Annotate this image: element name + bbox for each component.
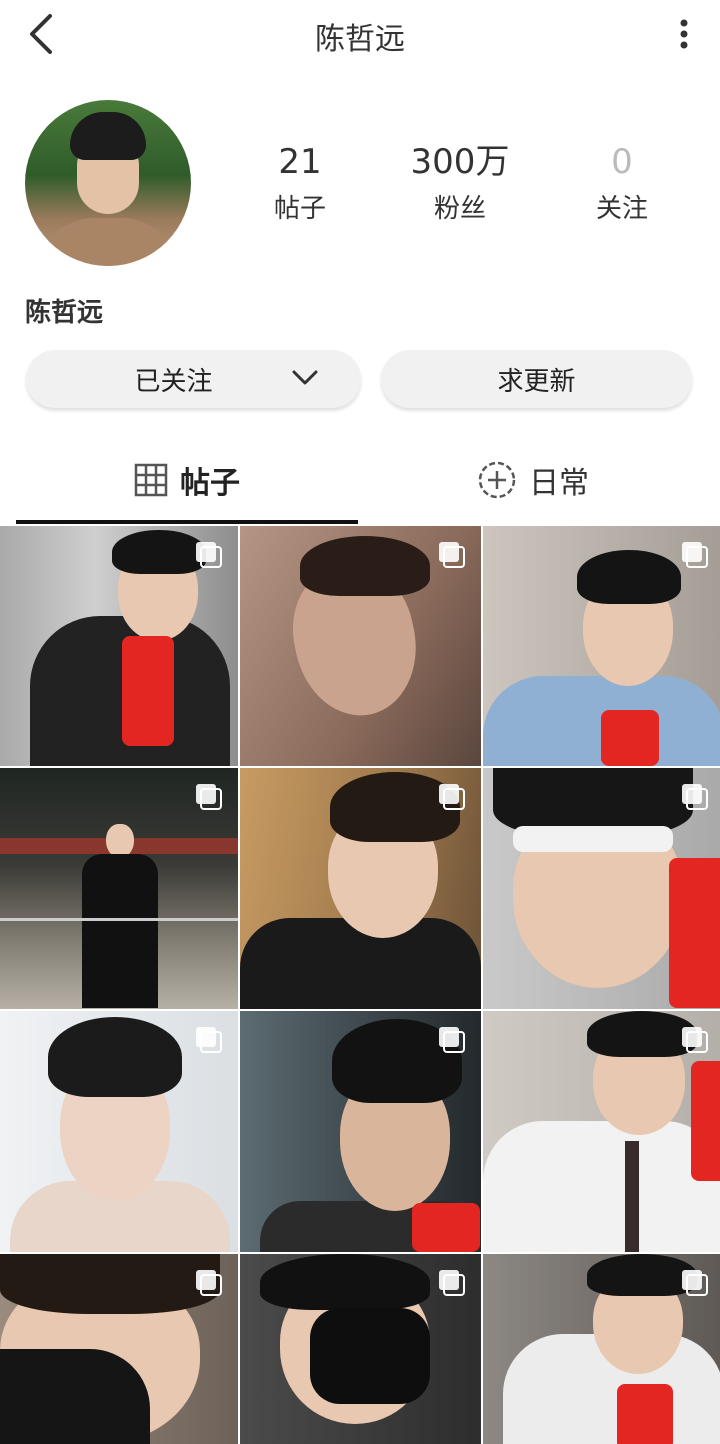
stat-following[interactable]: 0 关注	[562, 142, 682, 225]
stat-posts-label: 帖子	[273, 194, 326, 224]
more-vertical-icon	[680, 19, 688, 49]
plus-circle-icon	[478, 461, 516, 499]
post-thumbnail[interactable]	[240, 1254, 481, 1444]
avatar-body	[35, 218, 181, 266]
multi-image-icon	[196, 1270, 222, 1296]
posts-grid	[0, 526, 720, 1444]
grid-icon	[134, 463, 168, 497]
multi-image-icon	[682, 542, 708, 568]
multi-image-icon	[682, 1027, 708, 1053]
post-thumbnail[interactable]	[240, 1011, 481, 1252]
chevron-down-icon	[292, 370, 318, 385]
stat-following-value: 0	[611, 142, 633, 182]
stat-following-label: 关注	[595, 194, 648, 224]
top-bar: 陈哲远	[0, 0, 720, 70]
tab-posts-label: 帖子	[180, 466, 240, 501]
tab-daily-label: 日常	[529, 466, 589, 501]
tab-posts[interactable]: 帖子	[16, 440, 358, 520]
stat-followers-label: 粉丝	[433, 194, 486, 224]
multi-image-icon	[196, 1027, 222, 1053]
multi-image-icon	[439, 1270, 465, 1296]
multi-image-icon	[682, 784, 708, 810]
request-update-button[interactable]: 求更新	[381, 350, 692, 408]
stat-posts-value: 21	[278, 142, 322, 182]
post-thumbnail[interactable]	[0, 526, 238, 766]
followed-button-label: 已关注	[134, 366, 213, 397]
multi-image-icon	[682, 1270, 708, 1296]
post-thumbnail[interactable]	[0, 768, 238, 1009]
avatar-hair	[70, 112, 146, 160]
post-thumbnail[interactable]	[483, 1254, 720, 1444]
stat-followers-value: 300万	[410, 142, 510, 182]
page-title: 陈哲远	[315, 22, 405, 57]
multi-image-icon	[196, 542, 222, 568]
post-thumbnail[interactable]	[240, 768, 481, 1009]
post-thumbnail[interactable]	[240, 526, 481, 766]
more-options-button[interactable]	[676, 14, 692, 54]
multi-image-icon	[439, 784, 465, 810]
user-name: 陈哲远	[25, 298, 104, 328]
post-thumbnail[interactable]	[0, 1254, 238, 1444]
stat-posts[interactable]: 21 帖子	[240, 142, 360, 225]
multi-image-icon	[439, 1027, 465, 1053]
active-tab-indicator	[16, 520, 358, 524]
avatar[interactable]	[25, 100, 191, 266]
post-thumbnail[interactable]	[483, 768, 720, 1009]
multi-image-icon	[439, 542, 465, 568]
followed-button[interactable]: 已关注	[26, 350, 361, 408]
post-thumbnail[interactable]	[0, 1011, 238, 1252]
tab-daily[interactable]: 日常	[362, 440, 704, 520]
multi-image-icon	[196, 784, 222, 810]
stat-followers[interactable]: 300万 粉丝	[400, 142, 520, 225]
request-update-label: 求更新	[497, 366, 576, 397]
post-thumbnail[interactable]	[483, 1011, 720, 1252]
profile-tabs: 帖子 日常	[0, 440, 720, 526]
post-thumbnail[interactable]	[483, 526, 720, 766]
